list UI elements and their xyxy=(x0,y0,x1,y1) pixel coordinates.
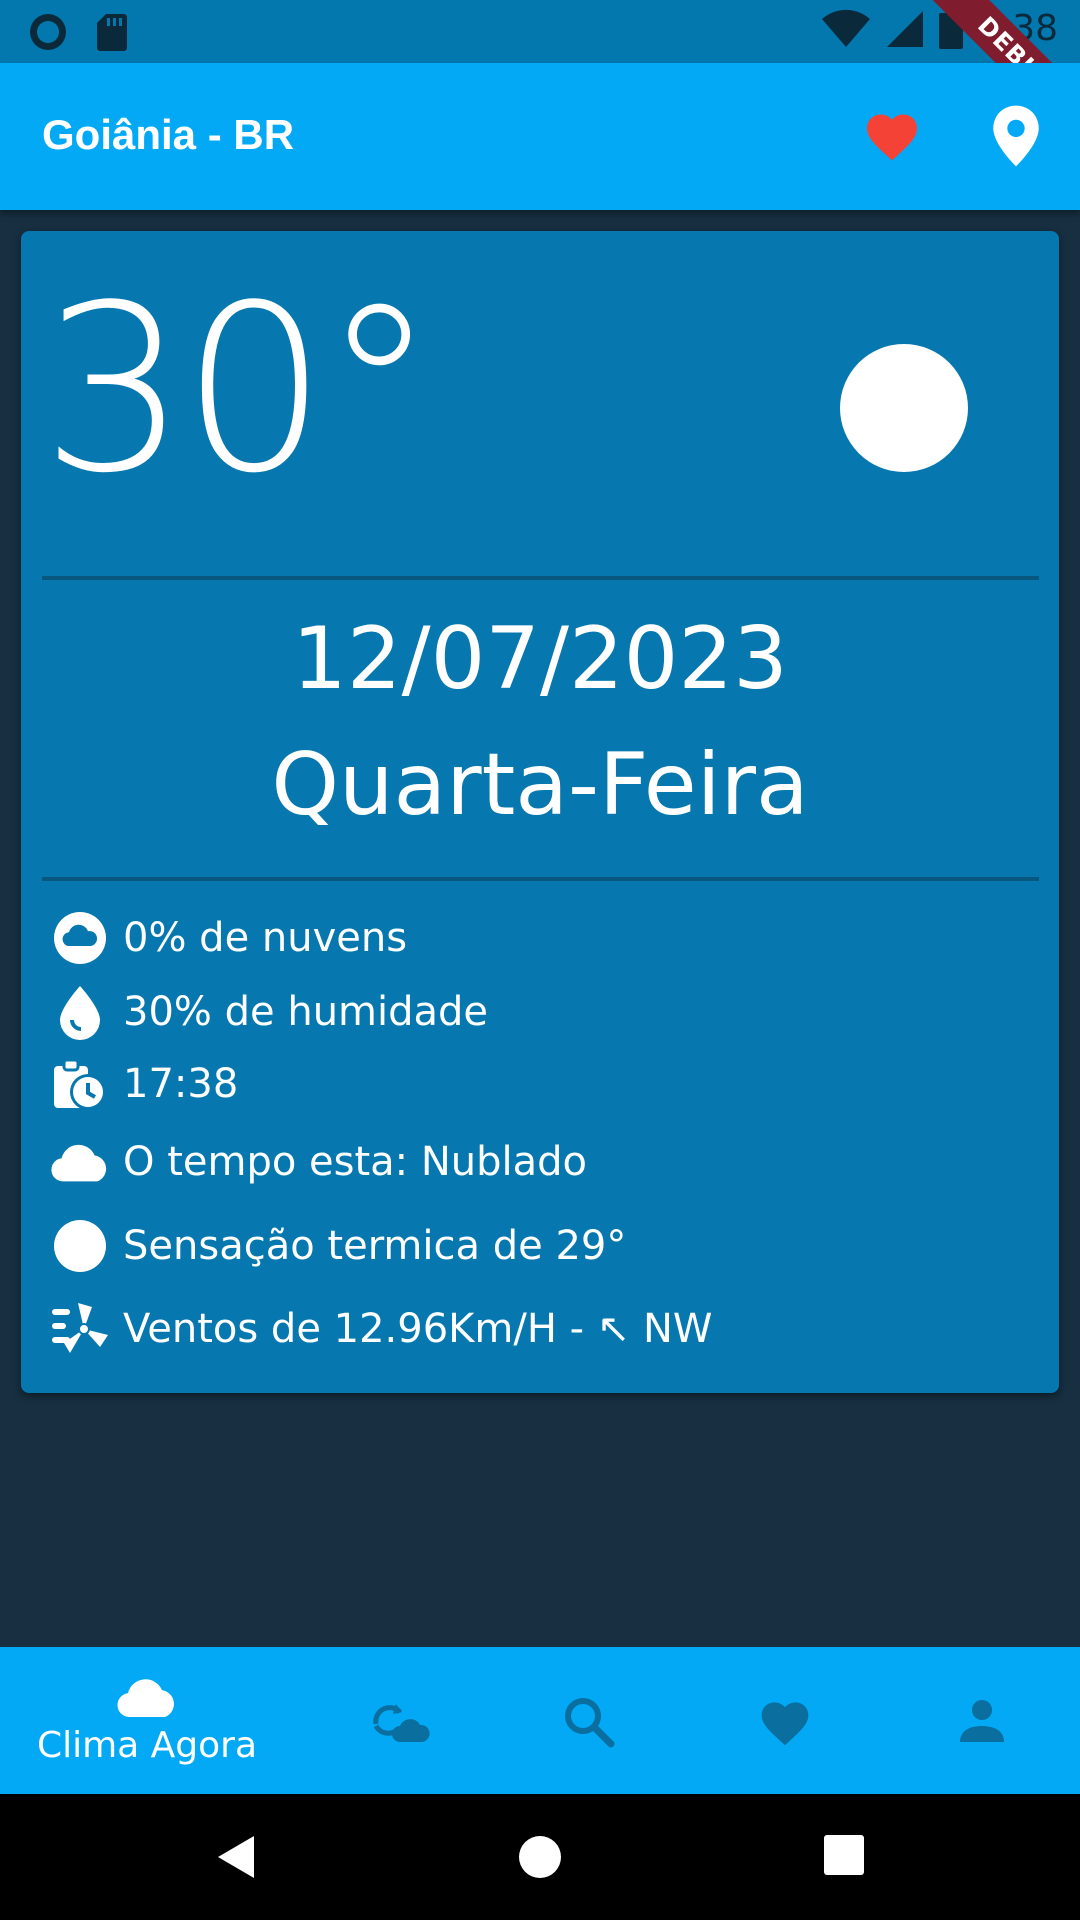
back-icon[interactable] xyxy=(216,1834,256,1880)
nav-item-search[interactable] xyxy=(528,1647,648,1794)
water-drop-icon xyxy=(60,986,100,1040)
time-row: 17:38 xyxy=(49,1053,238,1115)
wind-text: Ventos de 12.96Km/H - ↖ NW xyxy=(123,1306,713,1352)
heart-icon xyxy=(761,1701,809,1745)
nav-item-clima-agora[interactable]: Clima Agora xyxy=(0,1647,294,1794)
nav-item-favorites[interactable] xyxy=(725,1647,845,1794)
clouds-row: 0% de nuvens xyxy=(49,907,407,969)
cloud-circle-icon xyxy=(54,912,106,964)
notification-circle-icon xyxy=(30,14,66,50)
weekday-text: Quarta-Feira xyxy=(271,735,809,835)
date-text: 12/07/2023 xyxy=(292,609,788,709)
pending-actions-clock-icon xyxy=(54,1058,106,1110)
nav-item-cloud-sync[interactable] xyxy=(340,1647,460,1794)
current-temperature: 30° xyxy=(41,257,437,524)
weather-card: 30° 12/07/2023 Quarta-Feira 0% de nuvens… xyxy=(21,231,1059,1393)
cloud-sync-icon xyxy=(373,1703,430,1742)
feels-like-text: Sensação termica de 29° xyxy=(123,1223,627,1269)
favorite-heart-icon[interactable] xyxy=(862,107,922,167)
sd-card-icon xyxy=(97,14,127,51)
search-icon xyxy=(565,1697,615,1747)
person-icon xyxy=(960,1699,1004,1742)
feels-like-row: Sensação termica de 29° xyxy=(49,1215,626,1277)
recents-icon[interactable] xyxy=(824,1835,864,1875)
nav-item-profile[interactable] xyxy=(922,1647,1042,1794)
humidity-text: 30% de humidade xyxy=(123,989,489,1035)
bottom-navigation: Clima Agora xyxy=(0,1647,1080,1794)
humidity-row: 30% de humidade xyxy=(49,981,488,1043)
condition-text: O tempo esta: Nublado xyxy=(123,1139,588,1185)
wifi-icon xyxy=(822,9,871,47)
clouds-text: 0% de nuvens xyxy=(123,915,408,961)
home-icon[interactable] xyxy=(518,1835,562,1879)
wind-row: Ventos de 12.96Km/H - ↖ NW xyxy=(49,1298,712,1360)
cloud-icon xyxy=(117,1679,174,1717)
location-pin-icon[interactable] xyxy=(990,103,1042,169)
city-title: Goiânia - BR xyxy=(42,111,295,158)
divider xyxy=(42,576,1039,580)
divider xyxy=(42,877,1039,881)
nav-label-clima-agora: Clima Agora xyxy=(36,1725,258,1766)
system-navigation-bar xyxy=(0,1794,1080,1920)
cloud-icon xyxy=(51,1144,107,1182)
circle-icon xyxy=(54,1220,106,1272)
sun-icon xyxy=(840,344,968,472)
time-text: 17:38 xyxy=(123,1061,239,1107)
condition-row: O tempo esta: Nublado xyxy=(49,1131,587,1193)
app-bar: Goiânia - BR xyxy=(0,63,1080,210)
status-bar: 8:38 xyxy=(0,0,1080,63)
wind-turbine-icon xyxy=(52,1303,108,1353)
